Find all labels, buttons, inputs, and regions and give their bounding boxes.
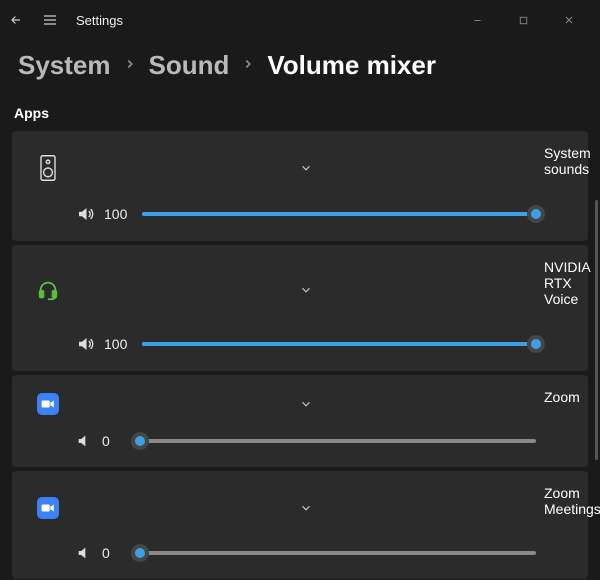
- app-icon: [28, 279, 68, 301]
- volume-value: 0: [102, 433, 130, 449]
- app-volume-card: System sounds 100: [12, 131, 588, 241]
- volume-slider[interactable]: [140, 434, 536, 448]
- window-title: Settings: [76, 13, 123, 28]
- volume-icon[interactable]: [76, 205, 94, 223]
- breadcrumb: System Sound Volume mixer: [0, 40, 600, 99]
- titlebar: Settings: [0, 0, 600, 40]
- volume-value: 0: [102, 545, 130, 561]
- section-heading-apps: Apps: [0, 99, 600, 131]
- volume-slider[interactable]: [142, 337, 536, 351]
- menu-icon[interactable]: [42, 12, 58, 28]
- volume-value: 100: [104, 206, 132, 222]
- app-volume-card: Zoom 0: [12, 375, 588, 467]
- minimize-button[interactable]: [454, 4, 500, 36]
- chevron-right-icon: [123, 55, 137, 76]
- apps-list: System sounds 100 NVIDIA RTX Voice 100 Zoom 0…: [0, 131, 600, 579]
- chevron-right-icon: [241, 55, 255, 76]
- app-icon: [28, 497, 68, 519]
- maximize-button[interactable]: [500, 4, 546, 36]
- volume-muted-icon[interactable]: [76, 433, 92, 449]
- app-volume-card: NVIDIA RTX Voice 100: [12, 245, 588, 371]
- page-title: Volume mixer: [267, 50, 436, 81]
- back-icon[interactable]: [8, 12, 24, 28]
- app-name: NVIDIA RTX Voice: [544, 259, 572, 307]
- expand-button[interactable]: [76, 161, 536, 175]
- volume-slider[interactable]: [140, 546, 536, 560]
- app-name: Zoom: [544, 389, 572, 405]
- volume-muted-icon[interactable]: [76, 545, 92, 561]
- volume-slider[interactable]: [142, 207, 536, 221]
- app-icon: [28, 154, 68, 182]
- breadcrumb-sound[interactable]: Sound: [149, 50, 230, 81]
- breadcrumb-system[interactable]: System: [18, 50, 111, 81]
- app-volume-card: Zoom Meetings 0: [12, 471, 588, 579]
- expand-button[interactable]: [76, 397, 536, 411]
- scrollbar[interactable]: [595, 200, 598, 460]
- volume-value: 100: [104, 336, 132, 352]
- volume-icon[interactable]: [76, 335, 94, 353]
- app-name: System sounds: [544, 145, 572, 177]
- expand-button[interactable]: [76, 501, 536, 515]
- close-button[interactable]: [546, 4, 592, 36]
- app-name: Zoom Meetings: [544, 485, 572, 517]
- app-icon: [28, 393, 68, 415]
- expand-button[interactable]: [76, 283, 536, 297]
